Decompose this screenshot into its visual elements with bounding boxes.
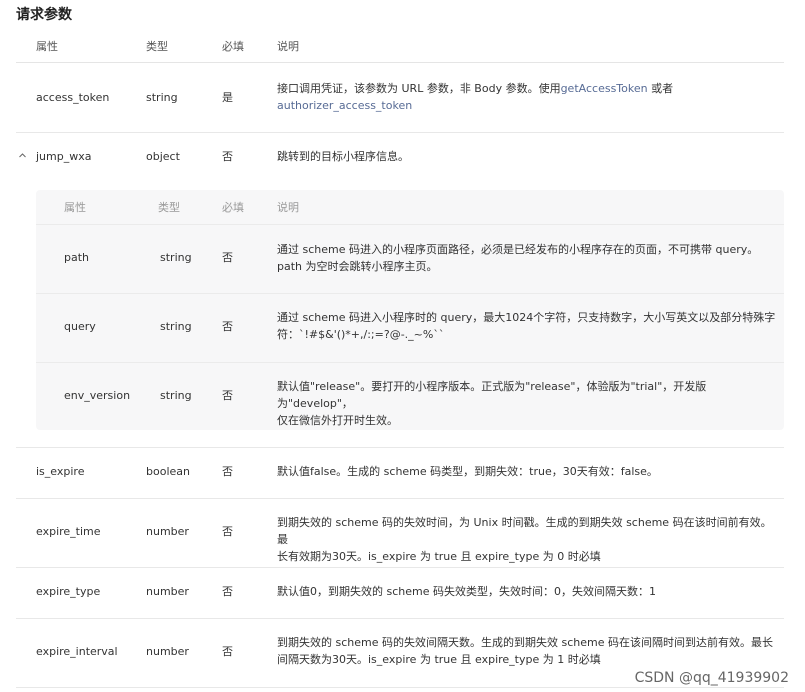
param-desc: 通过 scheme 码进入小程序时的 query，最大1024个字符，只支持数字…: [277, 309, 782, 343]
param-name: query: [64, 320, 96, 333]
desc-line: 仅在微信外打开时生效。: [277, 414, 398, 427]
col-required: 必填: [222, 40, 244, 53]
col-desc: 说明: [277, 201, 299, 214]
desc-line: 默认值"release"。要打开的小程序版本。正式版为"release"，体验版…: [277, 380, 707, 410]
desc-line: path 为空时会跳转小程序主页。: [277, 260, 438, 273]
col-attr: 属性: [36, 40, 58, 53]
table-row: expire_type number 否 默认值0，到期失效的 scheme 码…: [16, 568, 784, 619]
desc-line: 通过 scheme 码进入小程序时的 query，最大1024个字符，只支持数字…: [277, 311, 776, 324]
nested-header: 属性 类型 必填 说明: [36, 190, 784, 225]
param-name: expire_type: [36, 585, 101, 598]
desc-line: 符：`!#$&'()*+,/:;=?@-._~%``: [277, 328, 445, 341]
param-type: boolean: [146, 465, 190, 478]
param-type: number: [146, 645, 189, 658]
param-required: 否: [222, 465, 233, 478]
param-desc: 接口调用凭证，该参数为 URL 参数，非 Body 参数。使用getAccess…: [277, 80, 777, 114]
authorizer-access-token-link[interactable]: authorizer_access_token: [277, 99, 412, 112]
get-access-token-link[interactable]: getAccessToken: [561, 82, 648, 95]
param-name: expire_interval: [36, 645, 118, 658]
param-type: object: [146, 150, 180, 163]
param-desc: 默认值"release"。要打开的小程序版本。正式版为"release"，体验版…: [277, 378, 782, 429]
desc-line: 到期失效的 scheme 码的失效间隔天数。生成的到期失效 scheme 码在该…: [277, 636, 773, 649]
param-name[interactable]: jump_wxa: [36, 148, 91, 165]
section-title: 请求参数: [16, 7, 72, 23]
param-required: 否: [222, 150, 233, 163]
param-desc: 默认值0，到期失效的 scheme 码失效类型，失效时间：0，失效间隔天数：1: [277, 585, 656, 598]
param-name: access_token: [36, 91, 110, 104]
desc-line: 间隔天数为30天。is_expire 为 true 且 expire_type …: [277, 653, 601, 666]
watermark: CSDN @qq_41939902: [634, 670, 789, 686]
nested-table: 属性 类型 必填 说明 path string 否 通过 scheme 码进入的…: [36, 190, 784, 430]
param-desc: 跳转到的目标小程序信息。: [277, 150, 409, 163]
table-row: access_token string 是 接口调用凭证，该参数为 URL 参数…: [16, 63, 784, 133]
param-type: string: [160, 251, 192, 264]
param-name: path: [64, 251, 90, 264]
param-required: 是: [222, 91, 233, 104]
param-required: 否: [222, 320, 233, 333]
nested-row: env_version string 否 默认值"release"。要打开的小程…: [36, 363, 784, 430]
param-desc: 默认值false。生成的 scheme 码类型，到期失效：true，30天有效：…: [277, 465, 658, 478]
param-required: 否: [222, 585, 233, 598]
desc-text: 接口调用凭证，该参数为 URL 参数，非 Body 参数。使用: [277, 82, 561, 95]
param-name: is_expire: [36, 465, 85, 478]
param-type: string: [146, 91, 178, 104]
col-required: 必填: [222, 201, 244, 214]
param-required: 否: [222, 389, 233, 402]
col-attr: 属性: [64, 201, 86, 214]
param-type: string: [160, 320, 192, 333]
desc-text: 或者: [647, 82, 674, 95]
param-required: 否: [222, 251, 233, 264]
col-desc: 说明: [277, 40, 299, 53]
nested-row: path string 否 通过 scheme 码进入的小程序页面路径，必须是已…: [36, 225, 784, 294]
param-desc: 到期失效的 scheme 码的失效时间，为 Unix 时间戳。生成的到期失效 s…: [277, 514, 782, 565]
param-type: string: [160, 389, 192, 402]
param-desc: 通过 scheme 码进入的小程序页面路径，必须是已经发布的小程序存在的页面，不…: [277, 241, 782, 275]
param-type: number: [146, 525, 189, 538]
param-desc: 到期失效的 scheme 码的失效间隔天数。生成的到期失效 scheme 码在该…: [277, 634, 782, 668]
table-row: expire_time number 否 到期失效的 scheme 码的失效时间…: [16, 499, 784, 568]
table-row: is_expire boolean 否 默认值false。生成的 scheme …: [16, 448, 784, 499]
param-required: 否: [222, 525, 233, 538]
desc-line: 长有效期为30天。is_expire 为 true 且 expire_type …: [277, 550, 601, 563]
param-required: 否: [222, 645, 233, 658]
param-name: env_version: [64, 389, 131, 402]
desc-line: 通过 scheme 码进入的小程序页面路径，必须是已经发布的小程序存在的页面，不…: [277, 243, 759, 256]
col-type: 类型: [158, 201, 180, 214]
param-name: expire_time: [36, 525, 101, 538]
table-header: 属性 类型 必填 说明: [16, 30, 784, 63]
col-type: 类型: [146, 40, 168, 53]
param-type: number: [146, 585, 189, 598]
nested-row: query string 否 通过 scheme 码进入小程序时的 query，…: [36, 294, 784, 363]
desc-line: 到期失效的 scheme 码的失效时间，为 Unix 时间戳。生成的到期失效 s…: [277, 516, 772, 546]
